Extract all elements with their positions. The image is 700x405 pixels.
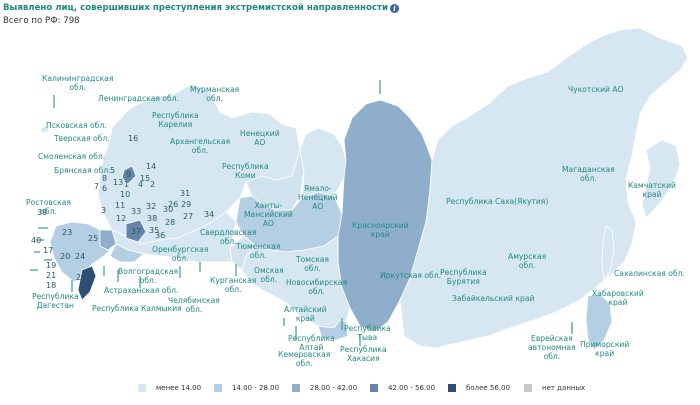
label-khakassia: Республика Хакасия [340,345,387,363]
map-number: 25 [88,234,99,243]
label-krasnoyarsk: Красноярский край [352,221,409,239]
map-number: 24 [75,252,86,261]
legend-item[interactable]: 42.00 - 56.00 [370,384,435,392]
map-number: 17 [43,246,54,255]
label-novosibirsk: Новосибирская обл. [286,278,348,296]
legend-swatch [214,384,222,392]
label-karelia: Республика Карелия [152,111,199,129]
map-number: 6 [102,184,108,193]
label-smolensk: Смоленская обл. [38,152,106,161]
legend-swatch [292,384,300,392]
map-number: 34 [204,210,215,219]
map-number: 7 [94,182,100,191]
label-omsk: Омская обл. [254,266,284,284]
label-tyumen: Тюменская обл. [236,242,281,260]
map-number: 36 [155,231,166,240]
label-arkhangelsk: Архангельская обл. [170,137,231,155]
label-altai-krai: Алтайский край [284,305,327,323]
map-number: 32 [146,202,157,211]
label-yamal: Ямало- Ненецкий АО [298,184,338,211]
map-number: 19 [46,261,57,270]
label-kamchatka: Камчатский край [628,181,676,199]
map-number: 11 [115,201,126,210]
label-primorye: Приморский край [580,340,630,358]
legend-item[interactable]: 28.00 - 42.00 [292,384,357,392]
label-tver: Тверская обл. [54,134,110,143]
legend-label: 28.00 - 42.00 [310,384,358,392]
label-tyva: Республика Тыва [344,324,391,342]
map-number: 1 [124,180,130,189]
legend-swatch [138,384,146,392]
label-murmansk: Мурманская обл. [190,85,240,103]
label-komi: Республика Коми [222,162,269,180]
legend-item[interactable]: 14.00 - 28.00 [214,384,279,392]
label-pskov: Псковская обл. [46,121,107,130]
label-leningrad: Ленинградская обл. [98,94,179,103]
legend-swatch [524,384,532,392]
label-kemerovo: Кемеровская обл. [278,350,331,368]
map-number: 13 [113,178,124,187]
label-magadan: Магаданская обл. [562,165,615,183]
map-number: 21 [46,271,57,280]
label-astrakhan: Астраханская обл. [104,286,179,295]
label-chukotka: Чукотский АО [568,85,624,94]
label-amur: Амурская обл. [508,252,547,270]
label-kaliningrad: Калининградская обл. [42,74,114,92]
map-number: 38 [147,214,158,223]
map-number: 23 [62,228,73,237]
map-legend: менее 14.00 14.00 - 28.00 28.00 - 42.00 … [0,384,700,398]
legend-label: более 56.00 [466,384,510,392]
legend-swatch [370,384,378,392]
map-number: 2 [150,180,156,189]
label-kurgan: Курганская обл. [210,276,257,294]
map-number: 33 [131,207,142,216]
legend-label: менее 14.00 [156,384,202,392]
label-khabarovsk: Хабаровский край [592,289,644,307]
map-number: 5 [110,166,116,175]
label-rostov: Ростовская обл. [26,198,71,216]
map-number: 26 [168,200,179,209]
legend-label: нет данных [542,384,586,392]
map-number: 10 [120,190,131,199]
legend-swatch [448,384,456,392]
region-kamchatka[interactable] [641,139,681,219]
map-regions [39,27,689,351]
map-number: 27 [183,212,194,221]
map-number: 39 [37,208,48,217]
legend-label: 42.00 - 56.00 [388,384,436,392]
map-number: 31 [180,189,191,198]
map-number: 18 [46,281,57,290]
map-number: 40 [31,236,42,245]
map-number: 37 [131,227,142,236]
label-irkutsk: Иркутская обл. [380,271,441,280]
map-number: 12 [116,214,127,223]
label-nenets: Ненецкий АО [240,129,280,147]
map-number: 8 [102,174,108,183]
label-volgograd: Волгоградская обл. [118,267,179,285]
map-number: 22 [76,273,87,282]
map-number: 3 [101,206,107,215]
map-number: 14 [146,162,157,171]
label-khanty: Ханты- Мансийский АО [244,201,293,228]
map-number: 4 [138,180,144,189]
label-dagestan: Республика Дагестан [32,292,79,310]
label-buryatia: Республика Бурятия [440,268,487,286]
legend-label: 14.00 - 28.00 [232,384,280,392]
map-number: 28 [165,218,176,227]
map-number: 16 [128,134,139,143]
legend-item[interactable]: более 56.00 [448,384,510,392]
label-tomsk: Томская обл. [296,255,329,273]
map-number: 29 [181,200,192,209]
label-sakhalin: Сахалинская обл. [614,269,685,278]
legend-item[interactable]: менее 14.00 [138,384,201,392]
label-evrei: Еврейская автономная обл. [528,334,576,361]
map-number: 9 [126,170,132,179]
label-kalmykia: Республика Калмыкия [92,304,182,313]
label-zabaikal: Забайкальский край [452,294,535,303]
legend-item[interactable]: нет данных [524,384,585,392]
map-number: 20 [60,252,71,261]
label-sakha: Республика Саха(Якутия) [446,197,549,206]
label-orenburg: Оренбургская обл. [152,245,209,263]
